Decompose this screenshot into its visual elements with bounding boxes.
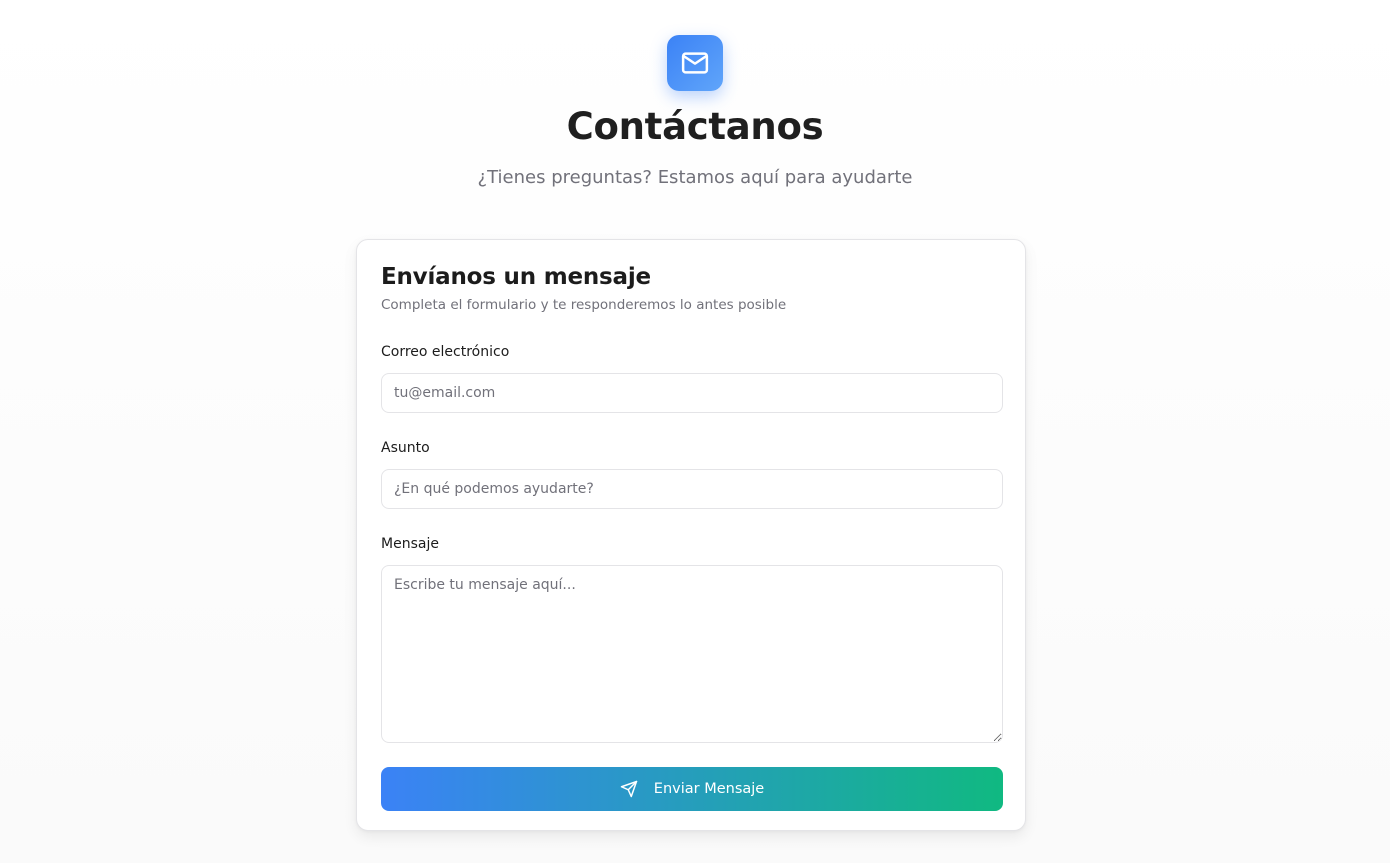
send-message-button[interactable]: Enviar Mensaje (381, 767, 1003, 811)
send-message-label: Enviar Mensaje (653, 781, 765, 797)
email-field[interactable] (381, 373, 1003, 413)
logo-tile (667, 35, 723, 91)
form-subtitle: Completa el formulario y te responderemo… (381, 297, 787, 313)
message-label: Mensaje (381, 536, 439, 552)
mail-icon (680, 48, 710, 78)
page-title: Contáctanos (566, 105, 824, 148)
email-field-group: Correo electrónico (381, 343, 1003, 413)
message-field-group: Mensaje (381, 535, 1003, 743)
contact-form-card: Envíanos un mensaje Completa el formular… (356, 239, 1026, 831)
subject-field-group: Asunto (381, 439, 1003, 509)
page-subtitle: ¿Tienes preguntas? Estamos aquí para ayu… (477, 167, 913, 188)
send-icon (620, 780, 638, 798)
message-textarea[interactable] (381, 565, 1003, 743)
form-title: Envíanos un mensaje (381, 264, 651, 290)
email-label: Correo electrónico (381, 344, 510, 360)
subject-label: Asunto (381, 440, 430, 456)
page-header: Contáctanos ¿Tienes preguntas? Estamos a… (0, 35, 1390, 190)
subject-field[interactable] (381, 469, 1003, 509)
